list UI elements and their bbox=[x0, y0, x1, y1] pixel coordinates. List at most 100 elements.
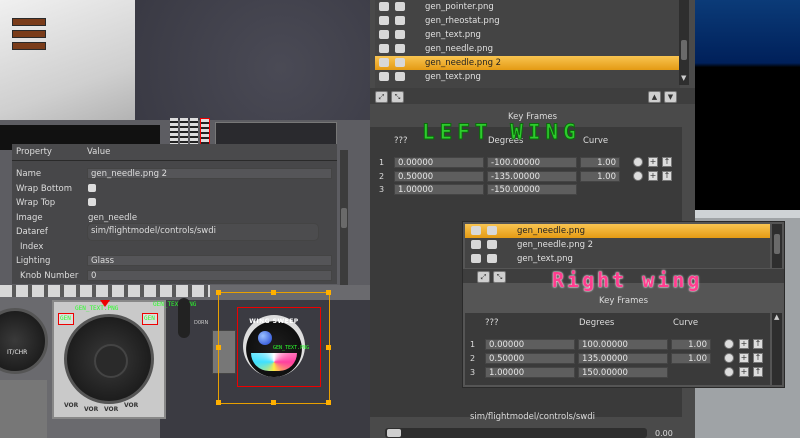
list-item[interactable]: gen_text.png bbox=[375, 28, 680, 42]
remove-keyframe-button[interactable] bbox=[724, 353, 734, 363]
keyframe-value-field[interactable]: 0.00000 bbox=[394, 157, 484, 168]
list-item[interactable]: gen_needle.png bbox=[375, 42, 680, 56]
lower-left-block bbox=[0, 380, 47, 438]
move-keyframe-button[interactable]: ↑ bbox=[753, 353, 763, 363]
dataref-field[interactable]: sim/flightmodel/controls/swdi bbox=[87, 223, 319, 241]
keyframe-degrees-field[interactable]: 150.00000 bbox=[578, 367, 668, 378]
layer-list-scroll-thumb[interactable] bbox=[681, 40, 687, 60]
keyframe-value-field[interactable]: 0.50000 bbox=[394, 171, 484, 182]
remove-keyframe-button[interactable] bbox=[724, 339, 734, 349]
list-item[interactable]: gen_pointer.png bbox=[375, 0, 680, 14]
right-layer-scrollbar[interactable] bbox=[772, 224, 782, 268]
collapse-icon[interactable]: ⤡ bbox=[493, 271, 506, 283]
keyframe-degrees-field[interactable]: -100.00000 bbox=[487, 157, 577, 168]
add-keyframe-button[interactable]: + bbox=[648, 157, 658, 167]
resize-handle[interactable] bbox=[326, 345, 331, 350]
list-item[interactable]: gen_rheostat.png bbox=[375, 14, 680, 28]
list-item-selected[interactable]: gen_needle.png bbox=[465, 224, 770, 238]
eye-icon[interactable] bbox=[471, 226, 481, 235]
eye-icon[interactable] bbox=[379, 58, 389, 67]
lock-icon[interactable] bbox=[487, 226, 497, 235]
name-field[interactable]: gen_needle.png 2 bbox=[87, 168, 332, 179]
misc-label: D0RN bbox=[194, 320, 209, 326]
keyframe-degrees-field[interactable]: -135.00000 bbox=[487, 171, 577, 182]
keyframe-degrees-field[interactable]: -150.00000 bbox=[487, 184, 577, 195]
remove-keyframe-button[interactable] bbox=[724, 367, 734, 377]
collapse-icon[interactable]: ⤡ bbox=[391, 91, 404, 103]
lighting-field[interactable]: Glass bbox=[87, 255, 332, 266]
move-keyframe-button[interactable]: ↑ bbox=[753, 367, 763, 377]
lock-icon[interactable] bbox=[395, 58, 405, 67]
lock-icon[interactable] bbox=[395, 2, 405, 11]
move-down-button[interactable]: ▼ bbox=[664, 91, 677, 103]
eye-icon[interactable] bbox=[379, 16, 389, 25]
keyframe-curve-field[interactable]: 1.00 bbox=[671, 353, 711, 364]
lock-icon[interactable] bbox=[395, 44, 405, 53]
move-keyframe-button[interactable]: ↑ bbox=[662, 157, 672, 167]
layer-list-scrollbar[interactable]: ▼ bbox=[679, 0, 689, 85]
resize-handle[interactable] bbox=[326, 290, 331, 295]
wrap-top-checkbox[interactable] bbox=[88, 198, 96, 206]
dataref-slider[interactable] bbox=[385, 428, 647, 438]
eye-icon[interactable] bbox=[379, 44, 389, 53]
right-layer-scroll-thumb[interactable] bbox=[774, 234, 780, 254]
resize-handle[interactable] bbox=[271, 400, 276, 405]
eye-icon[interactable] bbox=[379, 2, 389, 11]
move-up-button[interactable]: ▲ bbox=[648, 91, 661, 103]
add-keyframe-button[interactable]: + bbox=[739, 339, 749, 349]
warning-strip bbox=[12, 18, 46, 26]
resize-handle[interactable] bbox=[216, 345, 221, 350]
lock-icon[interactable] bbox=[487, 254, 497, 263]
property-row-index: Index bbox=[20, 241, 44, 252]
eye-icon[interactable] bbox=[379, 72, 389, 81]
keyframe-value-field[interactable]: 0.50000 bbox=[485, 353, 575, 364]
move-keyframe-button[interactable]: ↑ bbox=[753, 339, 763, 349]
scroll-down-icon[interactable]: ▼ bbox=[681, 74, 686, 82]
list-item[interactable]: gen_text.png bbox=[375, 70, 680, 84]
remove-keyframe-button[interactable] bbox=[633, 157, 643, 167]
resize-handle[interactable] bbox=[326, 400, 331, 405]
add-keyframe-button[interactable]: + bbox=[739, 353, 749, 363]
right-keyframes-table: ??? Degrees Curve 1 0.00000 100.00000 1.… bbox=[465, 313, 770, 385]
list-item-selected[interactable]: gen_needle.png 2 bbox=[375, 56, 680, 70]
resize-handle[interactable] bbox=[216, 290, 221, 295]
property-scrollbar[interactable] bbox=[340, 150, 348, 290]
keyframe-degrees-field[interactable]: 100.00000 bbox=[578, 339, 668, 350]
lock-icon[interactable] bbox=[395, 30, 405, 39]
add-keyframe-button[interactable]: + bbox=[648, 171, 658, 181]
keyframe-curve-field[interactable]: 1.00 bbox=[580, 171, 620, 182]
wing-sweep-widget[interactable]: WING SWEEP GEN_TEXT.PNG bbox=[216, 290, 331, 405]
keyframe-value-field[interactable]: 1.00000 bbox=[485, 367, 575, 378]
lock-icon[interactable] bbox=[487, 240, 497, 249]
move-keyframe-button[interactable]: ↑ bbox=[662, 171, 672, 181]
cockpit-canvas[interactable]: Property Value Name gen_needle.png 2 Wra… bbox=[0, 0, 372, 438]
resize-handle[interactable] bbox=[271, 290, 276, 295]
eye-icon[interactable] bbox=[471, 254, 481, 263]
expand-icon[interactable]: ⤢ bbox=[375, 91, 388, 103]
knob-number-field[interactable]: 0 bbox=[87, 269, 332, 281]
keyframe-value-field[interactable]: 1.00000 bbox=[394, 184, 484, 195]
list-item[interactable]: gen_needle.png 2 bbox=[465, 238, 770, 252]
right-keyframes-scrollbar[interactable]: ▲ bbox=[772, 313, 782, 385]
sweep-arc bbox=[251, 353, 297, 371]
property-scroll-thumb[interactable] bbox=[341, 208, 347, 228]
expand-icon[interactable]: ⤢ bbox=[477, 271, 490, 283]
resize-handle[interactable] bbox=[216, 400, 221, 405]
keyframe-degrees-field[interactable]: 135.00000 bbox=[578, 353, 668, 364]
slider-thumb[interactable] bbox=[387, 429, 401, 437]
keyframe-curve-field[interactable]: 1.00 bbox=[671, 339, 711, 350]
keyframe-curve-field[interactable]: 1.00 bbox=[580, 157, 620, 168]
scroll-up-icon[interactable]: ▲ bbox=[774, 313, 779, 321]
wrap-bottom-checkbox[interactable] bbox=[88, 183, 96, 192]
vor-label: VOR bbox=[64, 402, 79, 409]
keyframe-value-field[interactable]: 0.00000 bbox=[485, 339, 575, 350]
lock-icon[interactable] bbox=[395, 16, 405, 25]
eye-icon[interactable] bbox=[379, 30, 389, 39]
list-item[interactable]: gen_text.png bbox=[465, 252, 770, 266]
add-keyframe-button[interactable]: + bbox=[739, 367, 749, 377]
image-value: gen_needle bbox=[88, 212, 138, 223]
eye-icon[interactable] bbox=[471, 240, 481, 249]
lock-icon[interactable] bbox=[395, 72, 405, 81]
remove-keyframe-button[interactable] bbox=[633, 171, 643, 181]
property-row-name: Name gen_needle.png 2 bbox=[12, 167, 337, 182]
